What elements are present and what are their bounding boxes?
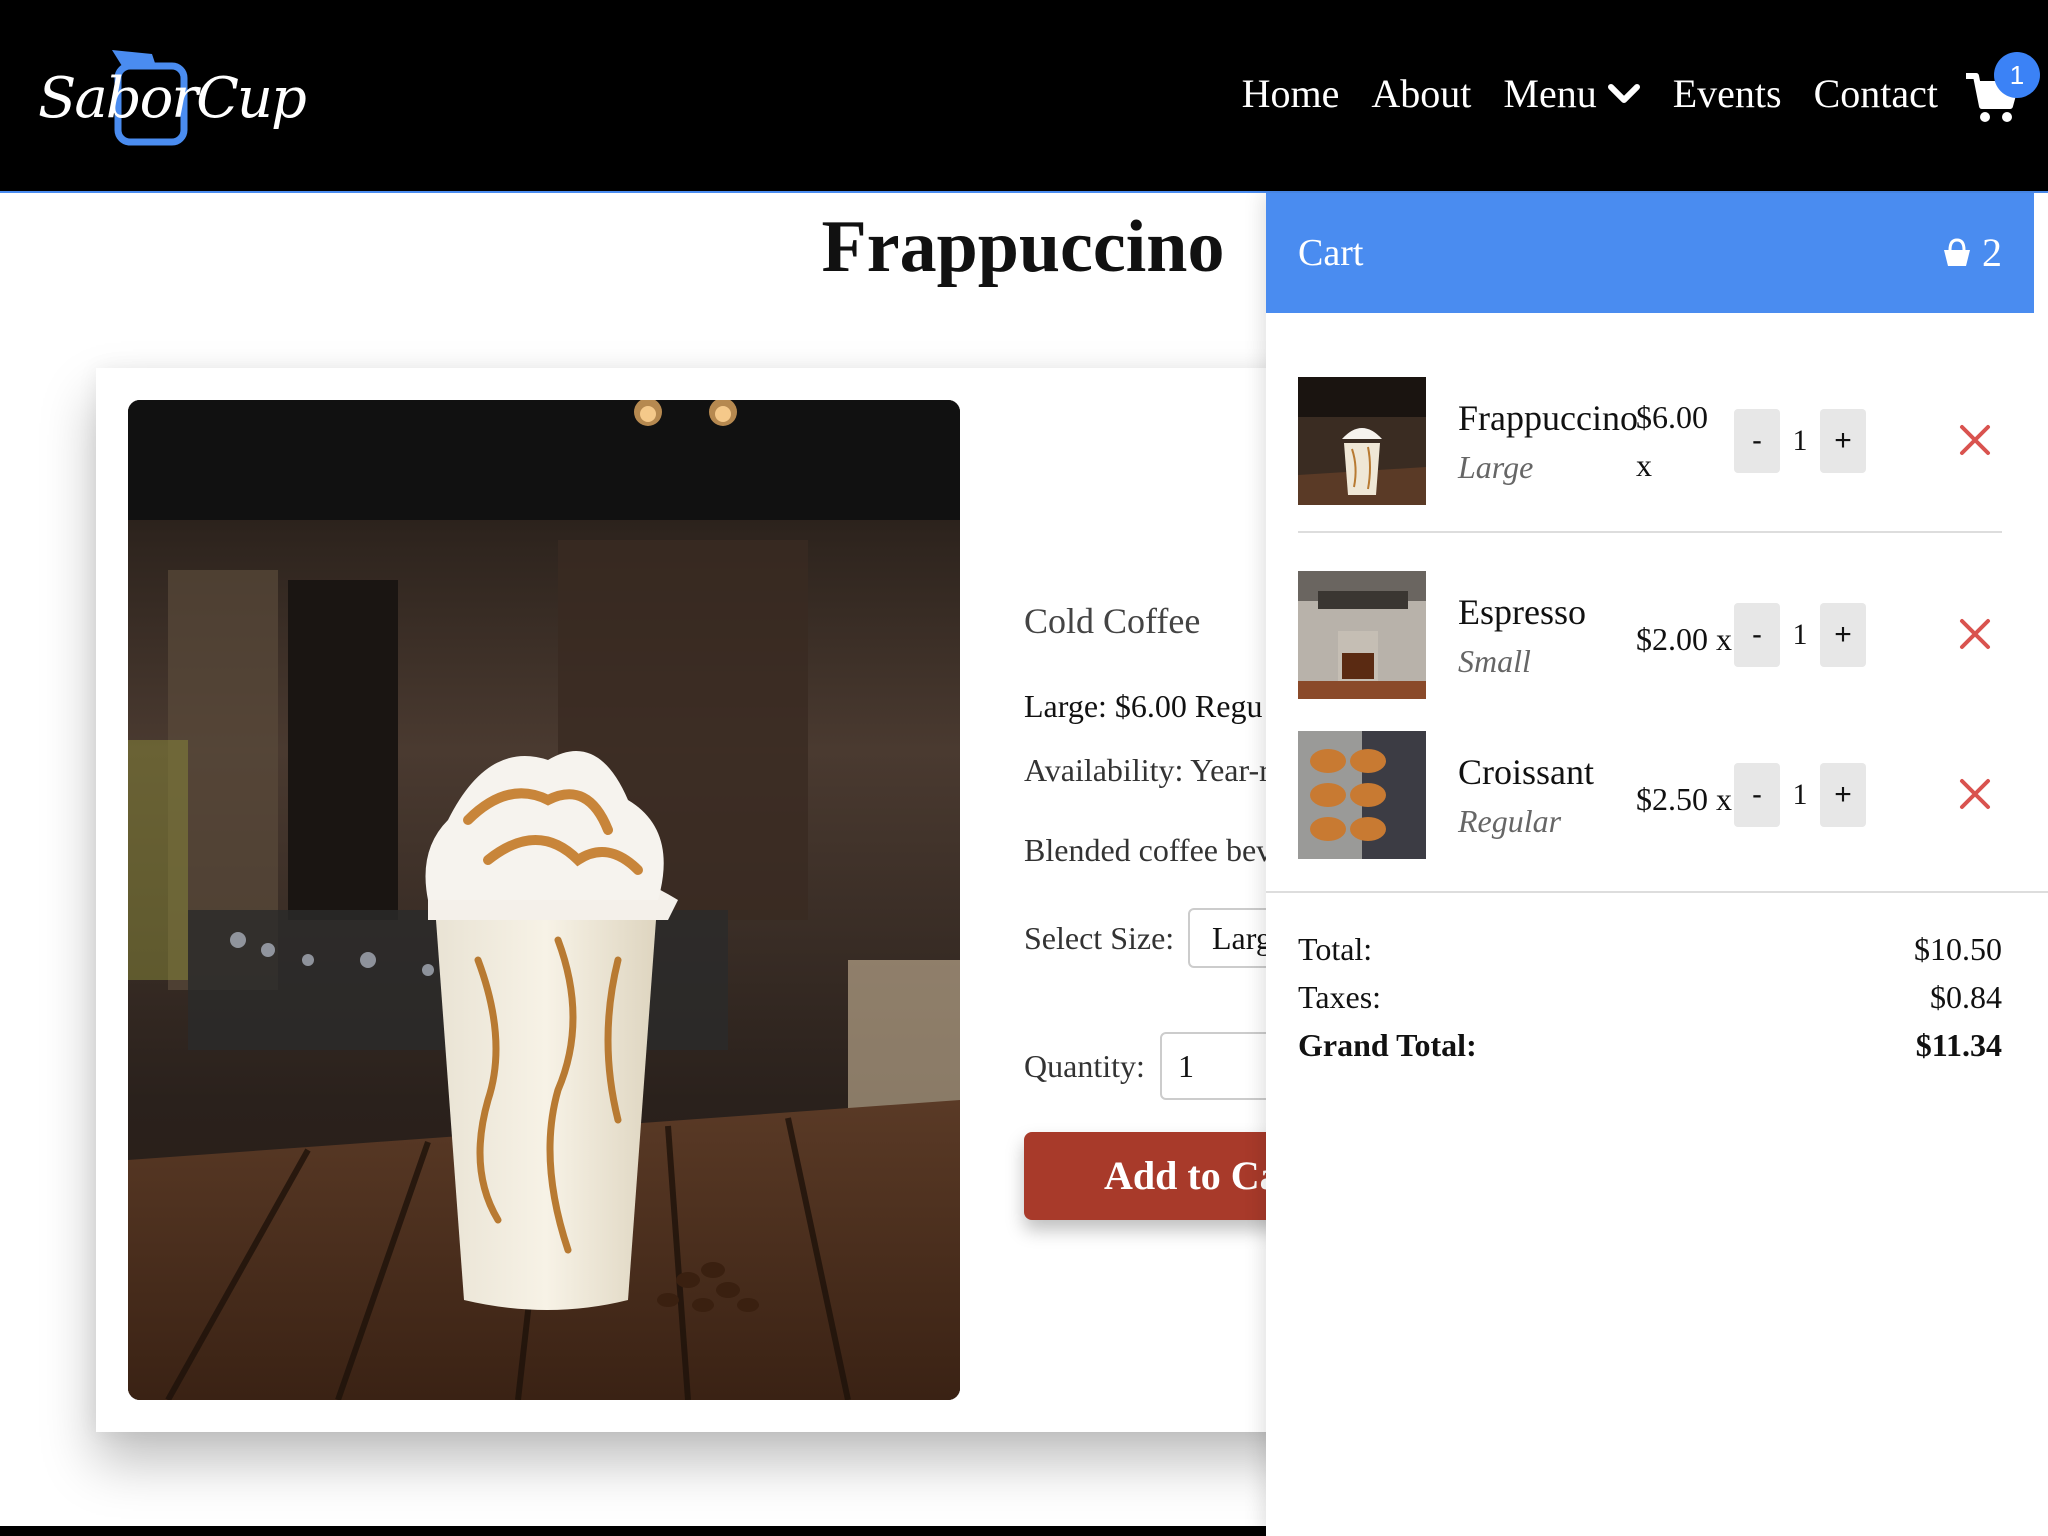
cart-item-divider — [1298, 531, 2002, 533]
basket-icon — [1944, 237, 1970, 266]
logo-text: SaborCup — [38, 66, 307, 131]
taxes-value: $0.84 — [1930, 979, 2002, 1015]
cart-item-quantity: 1 — [1792, 618, 1808, 651]
cart-item-size: Large — [1458, 449, 1534, 485]
page-title-text: Frappuccino — [821, 206, 1225, 288]
nav-about-label: About — [1371, 71, 1472, 116]
product-availability: Availability: Year-r — [1024, 752, 1270, 788]
nav-events[interactable]: Events — [1673, 70, 1782, 117]
footer-bar — [0, 1526, 1300, 1536]
nav-contact-label: Contact — [1813, 71, 1938, 116]
nav-menu-label: Menu — [1503, 71, 1597, 116]
remove-item-icon[interactable] — [1956, 615, 1994, 653]
cart-item-quantity: 1 — [1792, 778, 1808, 811]
cart-totals: Total: $10.50 Taxes: $0.84 Grand Total: … — [1298, 931, 2002, 1075]
cart-item-name: Frappuccino — [1458, 398, 1638, 438]
cart-panel: Cart 2 Frappuccino Large $6.00 x - 1 + E… — [1266, 193, 2048, 1536]
remove-item-icon[interactable] — [1956, 775, 1994, 813]
grand-total-label: Grand Total: — [1298, 1027, 1477, 1063]
nav-events-label: Events — [1672, 71, 1782, 116]
cart-item-size: Regular — [1458, 803, 1562, 839]
decrease-quantity-button[interactable]: - — [1734, 409, 1780, 473]
product-image — [128, 400, 960, 1400]
nav-contact[interactable]: Contact — [1814, 70, 1938, 117]
cart-title: Cart — [1298, 232, 1364, 274]
chevron-down-icon — [1607, 83, 1640, 103]
increase-quantity-button[interactable]: + — [1820, 603, 1866, 667]
cart-item-price: $2.50 x — [1636, 781, 1732, 817]
product-category: Cold Coffee — [1024, 601, 1201, 641]
navbar: SaborCup Home About Menu Events Contact … — [0, 0, 2048, 193]
taxes-row: Taxes: $0.84 — [1298, 979, 2002, 1027]
cart-item-price: $6.00 — [1636, 399, 1708, 435]
nav-home[interactable]: Home — [1242, 70, 1340, 117]
cart-count: 2 — [1942, 229, 2002, 276]
cart-header: Cart 2 — [1266, 193, 2034, 313]
cart-item: Espresso Small $2.00 x - 1 + — [1298, 571, 2002, 699]
grand-total-value: $11.34 — [1915, 1027, 2002, 1063]
taxes-label: Taxes: — [1298, 979, 1382, 1015]
product-description: Blended coffee bev — [1024, 832, 1273, 868]
main-nav: Home About Menu Events Contact — [1242, 70, 1938, 117]
total-label: Total: — [1298, 931, 1373, 967]
croissant-thumbnail-image — [1298, 731, 1426, 859]
nav-menu[interactable]: Menu — [1503, 70, 1640, 117]
cart-item-name: Croissant — [1458, 752, 1595, 792]
cart-item-times: x — [1636, 447, 1652, 483]
logo[interactable]: SaborCup — [38, 48, 307, 148]
size-label: Select Size: — [1024, 920, 1175, 956]
increase-quantity-button[interactable]: + — [1820, 409, 1866, 473]
cart-totals-divider — [1266, 891, 2048, 893]
nav-home-label: Home — [1241, 71, 1340, 116]
croissant-thumbnail — [1298, 731, 1426, 859]
cart-item: Croissant Regular $2.50 x - 1 + — [1298, 731, 2002, 859]
cart-count-badge: 1 — [1994, 52, 2040, 98]
espresso-thumbnail-image — [1298, 571, 1426, 699]
decrease-quantity-button[interactable]: - — [1734, 763, 1780, 827]
cart-item-size: Small — [1458, 643, 1531, 679]
grand-total-row: Grand Total: $11.34 — [1298, 1027, 2002, 1075]
quantity-label: Quantity: — [1024, 1048, 1145, 1084]
cart-item-quantity: 1 — [1792, 424, 1808, 457]
frappuccino-photo — [128, 400, 960, 1400]
total-value: $10.50 — [1914, 931, 2002, 967]
frappuccino-thumbnail-image — [1298, 377, 1426, 505]
nav-about[interactable]: About — [1371, 70, 1471, 117]
cart-item-price: $2.00 x — [1636, 621, 1732, 657]
cart-item: Frappuccino Large $6.00 x - 1 + — [1298, 377, 2002, 533]
cart-item-name: Espresso — [1458, 592, 1586, 632]
remove-item-icon[interactable] — [1956, 421, 1994, 459]
frappuccino-thumbnail — [1298, 377, 1426, 505]
cart-count-number: 2 — [1982, 230, 2002, 275]
increase-quantity-button[interactable]: + — [1820, 763, 1866, 827]
total-row: Total: $10.50 — [1298, 931, 2002, 979]
decrease-quantity-button[interactable]: - — [1734, 603, 1780, 667]
product-prices: Large: $6.00 Regu — [1024, 688, 1263, 724]
espresso-thumbnail — [1298, 571, 1426, 699]
product-card: Cold Coffee Large: $6.00 Regu Availabili… — [96, 368, 1428, 1432]
